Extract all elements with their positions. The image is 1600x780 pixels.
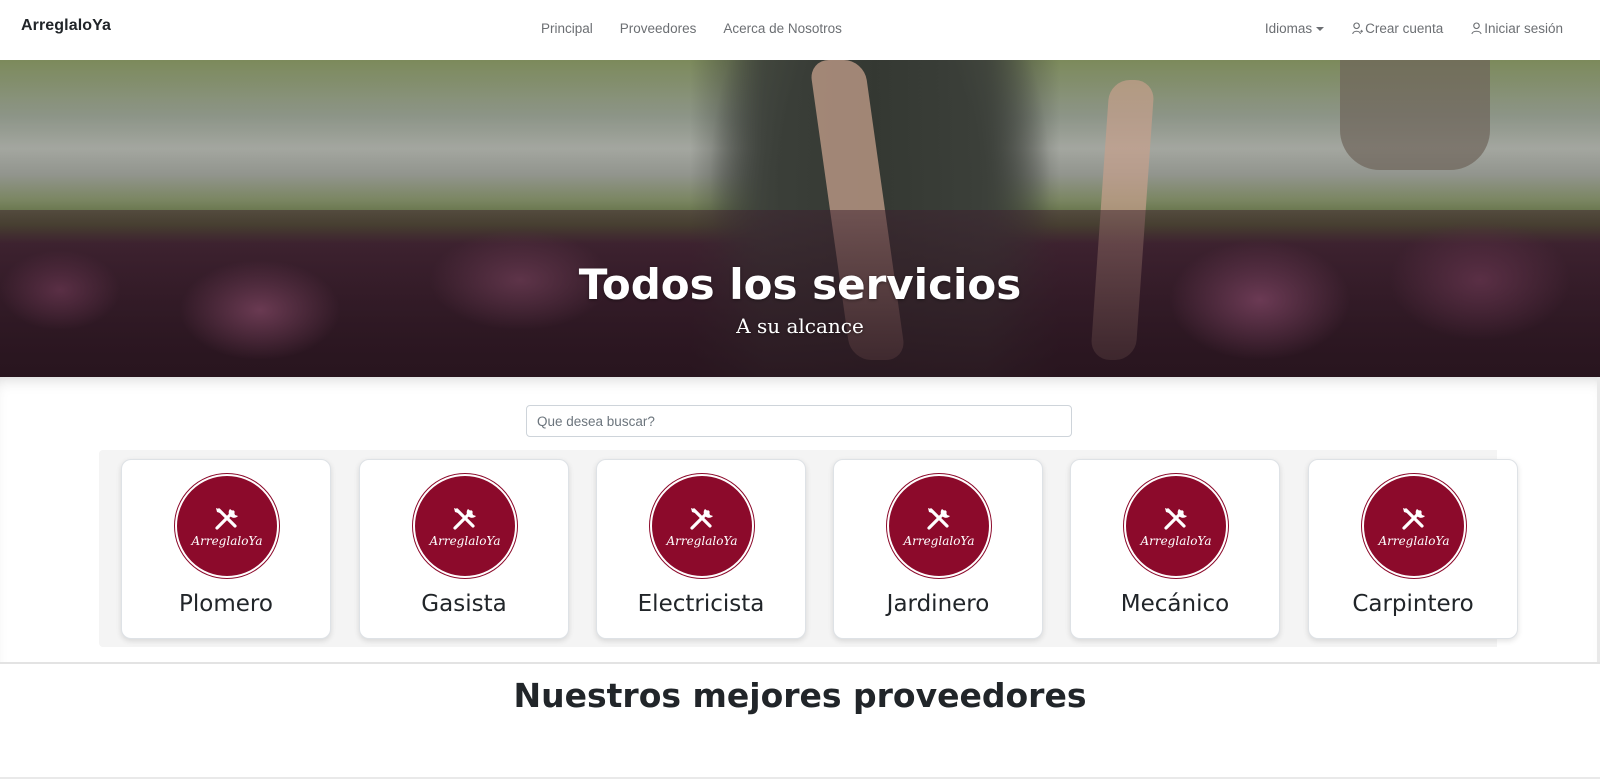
nav-link-acerca[interactable]: Acerca de Nosotros — [723, 21, 842, 36]
section-title: Nuestros mejores proveedores — [513, 676, 1087, 715]
nav-link-principal[interactable]: Principal — [541, 21, 593, 36]
arreglaloya-logo: ArreglaloYa — [175, 474, 279, 578]
arreglaloya-logo: ArreglaloYa — [413, 474, 517, 578]
user-icon — [1471, 22, 1482, 35]
login-link[interactable]: Iniciar sesión — [1471, 21, 1563, 36]
tools-icon — [453, 508, 476, 530]
create-account-label: Crear cuenta — [1365, 21, 1444, 36]
hero-subtitle: A su alcance — [736, 314, 864, 338]
arreglaloya-logo: ArreglaloYa — [1124, 474, 1228, 578]
hero-banner: Todos los servicios A su alcance — [0, 60, 1600, 377]
category-card-gasista[interactable]: ArreglaloYa Gasista — [359, 459, 569, 639]
brand-logo[interactable]: ArreglaloYa — [21, 17, 111, 35]
tools-icon — [1164, 508, 1187, 530]
section-divider — [0, 662, 1600, 664]
tools-icon — [1402, 508, 1425, 530]
login-label: Iniciar sesión — [1484, 21, 1563, 36]
category-card-jardinero[interactable]: ArreglaloYa Jardinero — [833, 459, 1043, 639]
navbar: ArreglaloYa Principal Proveedores Acerca… — [0, 0, 1600, 60]
category-name: Mecánico — [1120, 591, 1230, 617]
caret-down-icon — [1316, 26, 1325, 31]
languages-dropdown[interactable]: Idiomas — [1264, 21, 1325, 36]
user-nav: Idiomas Crear cuenta Iniciar sesión — [1237, 21, 1563, 36]
tools-icon — [215, 508, 238, 530]
user-plus-icon — [1352, 22, 1364, 35]
logo-text: ArreglaloYa — [1140, 534, 1212, 548]
logo-text: ArreglaloYa — [191, 534, 263, 548]
arreglaloya-logo: ArreglaloYa — [650, 474, 754, 578]
category-name: Carpintero — [1352, 591, 1474, 617]
logo-text: ArreglaloYa — [666, 534, 738, 548]
main-nav: Principal Proveedores Acerca de Nosotros — [541, 21, 869, 36]
hero-tree-image — [1340, 60, 1490, 170]
category-card-electricista[interactable]: ArreglaloYa Electricista — [596, 459, 806, 639]
category-card-carpintero[interactable]: ArreglaloYa Carpintero — [1308, 459, 1518, 639]
category-name: Jardinero — [886, 591, 990, 617]
create-account-link[interactable]: Crear cuenta — [1352, 21, 1443, 36]
languages-label: Idiomas — [1264, 21, 1313, 36]
logo-text: ArreglaloYa — [1378, 534, 1450, 548]
search-input[interactable] — [526, 405, 1072, 437]
category-card-mecanico[interactable]: ArreglaloYa Mecánico — [1070, 459, 1280, 639]
arreglaloya-logo: ArreglaloYa — [887, 474, 991, 578]
logo-text: ArreglaloYa — [903, 534, 975, 548]
category-name: Electricista — [637, 591, 765, 617]
hero-title: Todos los servicios — [578, 260, 1022, 309]
category-name: Gasista — [421, 591, 507, 617]
arreglaloya-logo: ArreglaloYa — [1362, 474, 1466, 578]
tools-icon — [690, 508, 713, 530]
logo-text: ArreglaloYa — [429, 534, 501, 548]
nav-link-proveedores[interactable]: Proveedores — [620, 21, 697, 36]
category-name: Plomero — [179, 591, 273, 617]
tools-icon — [927, 508, 950, 530]
bottom-divider — [0, 777, 1600, 779]
category-card-plomero[interactable]: ArreglaloYa Plomero — [121, 459, 331, 639]
